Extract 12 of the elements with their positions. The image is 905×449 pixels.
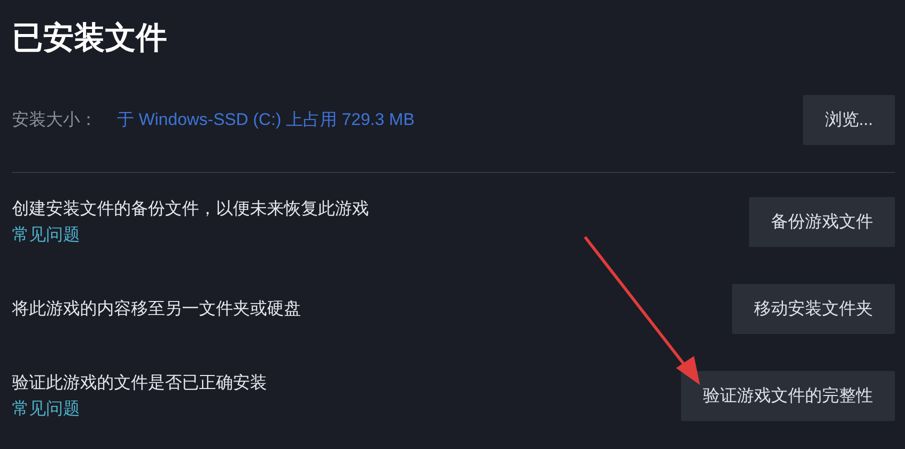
action-button[interactable]: 备份游戏文件 <box>749 197 895 247</box>
field-label: 安装大小： <box>12 109 97 132</box>
action-description: 创建安装文件的备份文件，以便未来恢复此游戏 <box>12 198 369 220</box>
browse-button[interactable]: 浏览... <box>802 95 895 145</box>
action-button[interactable]: 验证游戏文件的完整性 <box>681 371 895 421</box>
faq-link[interactable]: 常见问题 <box>12 222 369 248</box>
action-description: 验证此游戏的文件是否已正确安装 <box>12 372 267 394</box>
page-title: 已安装文件 <box>12 19 168 57</box>
install-size-value: 于 Windows-SSD (C:) 上占用 729.3 MB <box>117 109 415 132</box>
action-button[interactable]: 移动安装文件夹 <box>732 284 895 334</box>
action-description: 将此游戏的内容移至另一文件夹或硬盘 <box>12 298 301 320</box>
faq-link[interactable]: 常见问题 <box>12 396 267 422</box>
